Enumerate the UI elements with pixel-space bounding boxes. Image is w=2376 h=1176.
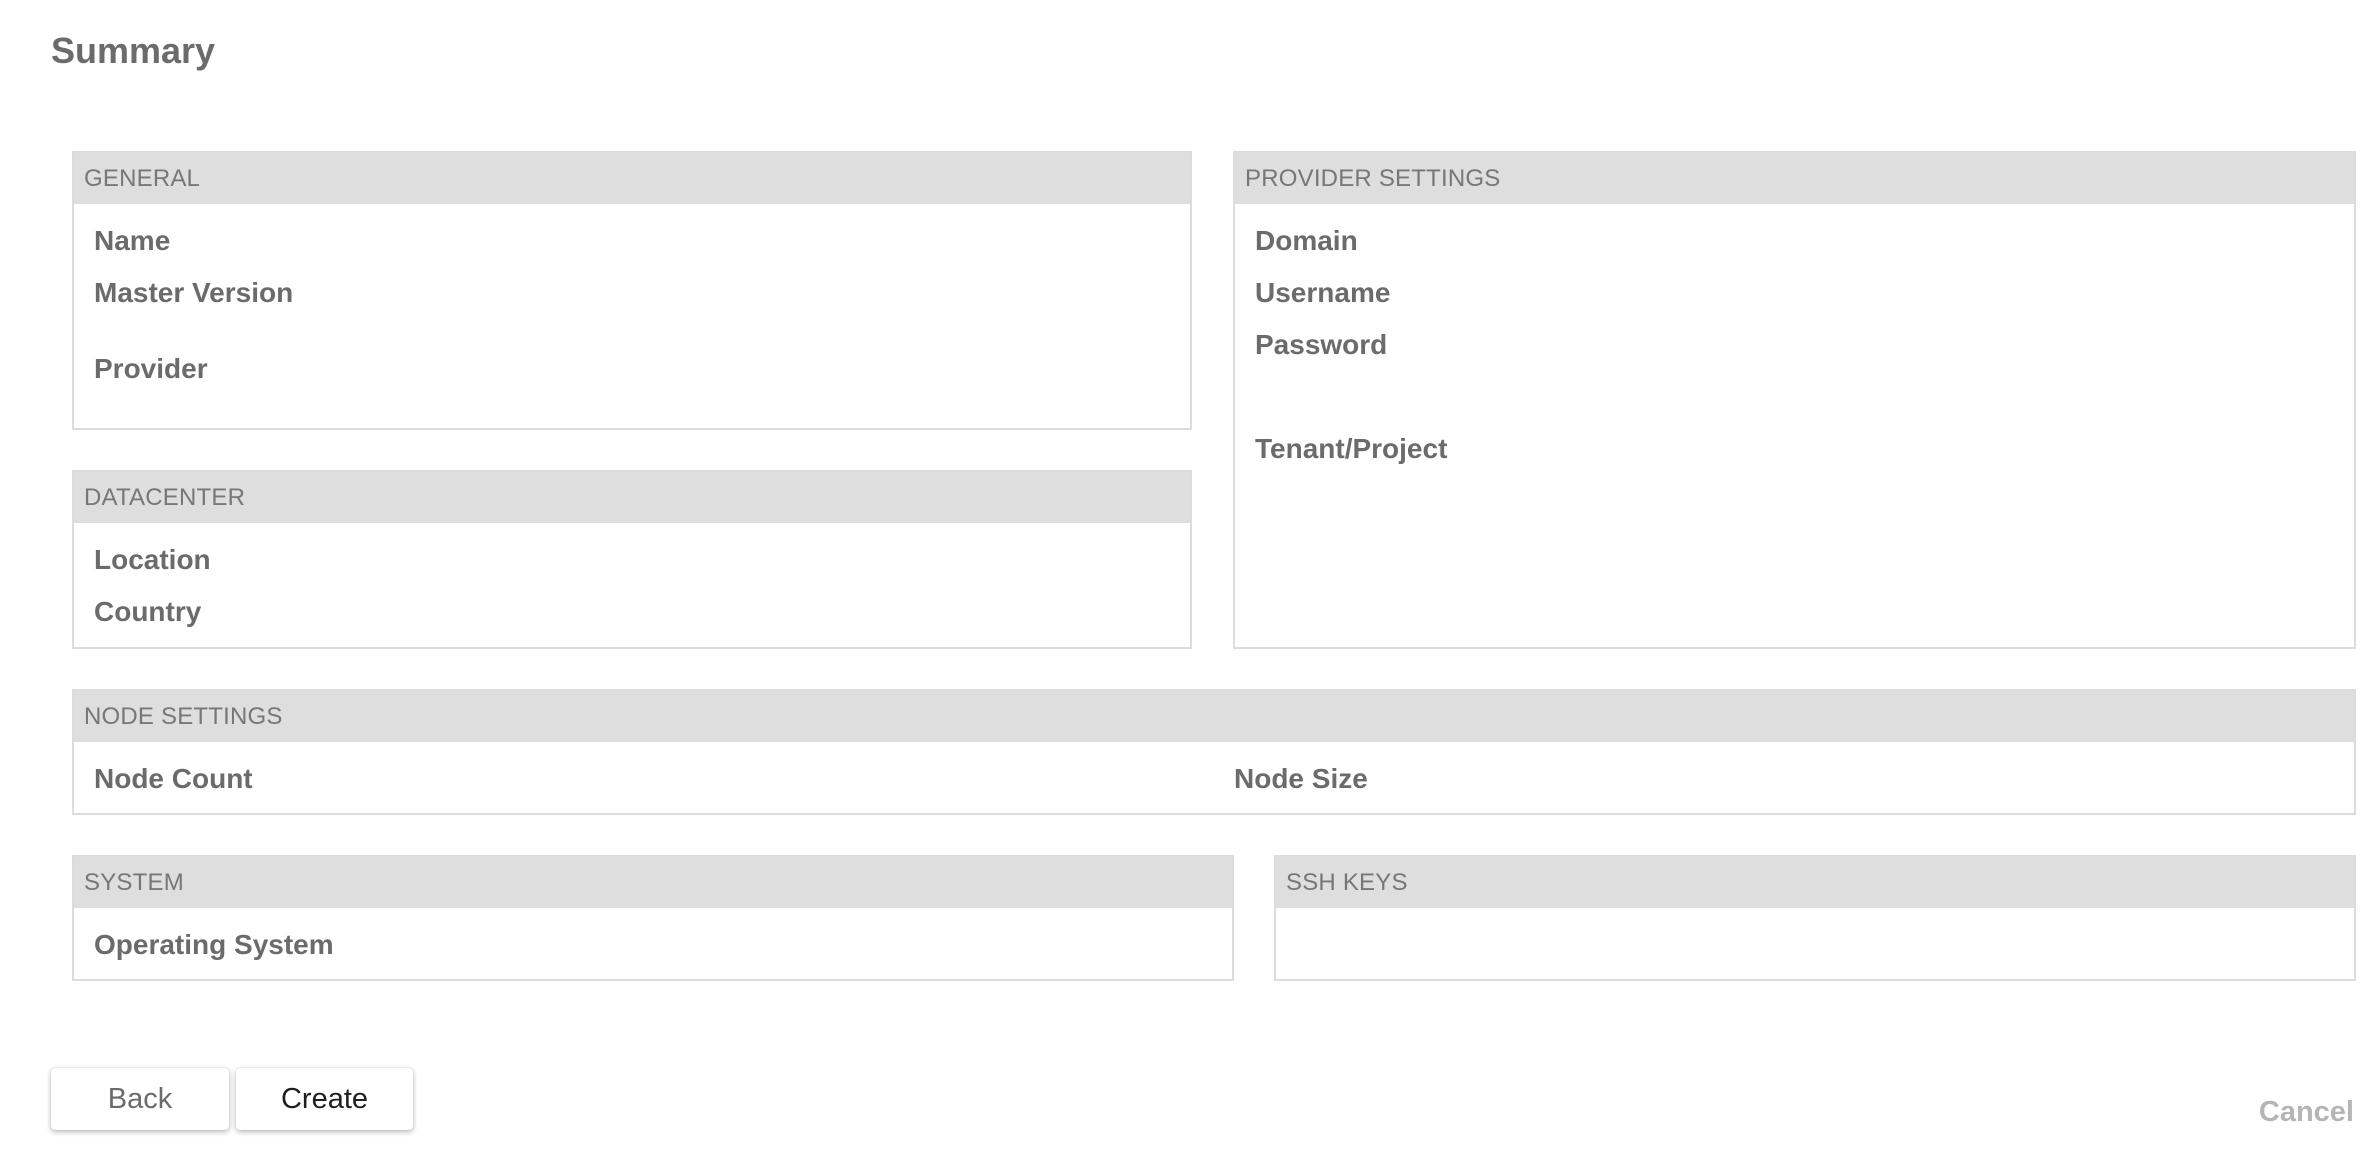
system-panel: SYSTEM Operating System — [72, 855, 1234, 981]
provider-settings-header: PROVIDER SETTINGS — [1235, 153, 2354, 204]
back-button[interactable]: Back — [51, 1068, 229, 1130]
node-settings-panel: NODE SETTINGS Node Count Node Size — [72, 689, 2356, 815]
tenant-project-label: Tenant/Project — [1255, 433, 1448, 464]
operating-system-label: Operating System — [94, 929, 334, 960]
node-size-label: Node Size — [1234, 763, 1368, 794]
cancel-link[interactable]: Cancel — [2259, 1096, 2354, 1129]
password-label: Password — [1255, 329, 1388, 360]
provider-label: Provider — [94, 353, 208, 384]
system-header: SYSTEM — [74, 857, 1232, 908]
summary-page: Summary GENERAL Name Master Version Prov… — [0, 0, 2376, 1176]
ssh-keys-header: SSH KEYS — [1276, 857, 2354, 908]
name-label: Name — [94, 225, 171, 256]
node-settings-header: NODE SETTINGS — [74, 691, 2354, 742]
node-count-label: Node Count — [94, 763, 253, 794]
create-button[interactable]: Create — [236, 1068, 413, 1130]
general-header: GENERAL — [74, 153, 1190, 204]
location-label: Location — [94, 544, 211, 575]
page-title: Summary — [51, 30, 216, 71]
provider-settings-panel: PROVIDER SETTINGS Domain Username Passwo… — [1233, 151, 2356, 649]
datacenter-panel: DATACENTER Location Country — [72, 470, 1192, 649]
general-panel: GENERAL Name Master Version Provider — [72, 151, 1192, 430]
username-label: Username — [1255, 277, 1391, 308]
country-label: Country — [94, 596, 202, 627]
ssh-keys-panel: SSH KEYS — [1274, 855, 2356, 981]
master-version-label: Master Version — [94, 277, 294, 308]
domain-label: Domain — [1255, 225, 1358, 256]
datacenter-header: DATACENTER — [74, 472, 1190, 523]
